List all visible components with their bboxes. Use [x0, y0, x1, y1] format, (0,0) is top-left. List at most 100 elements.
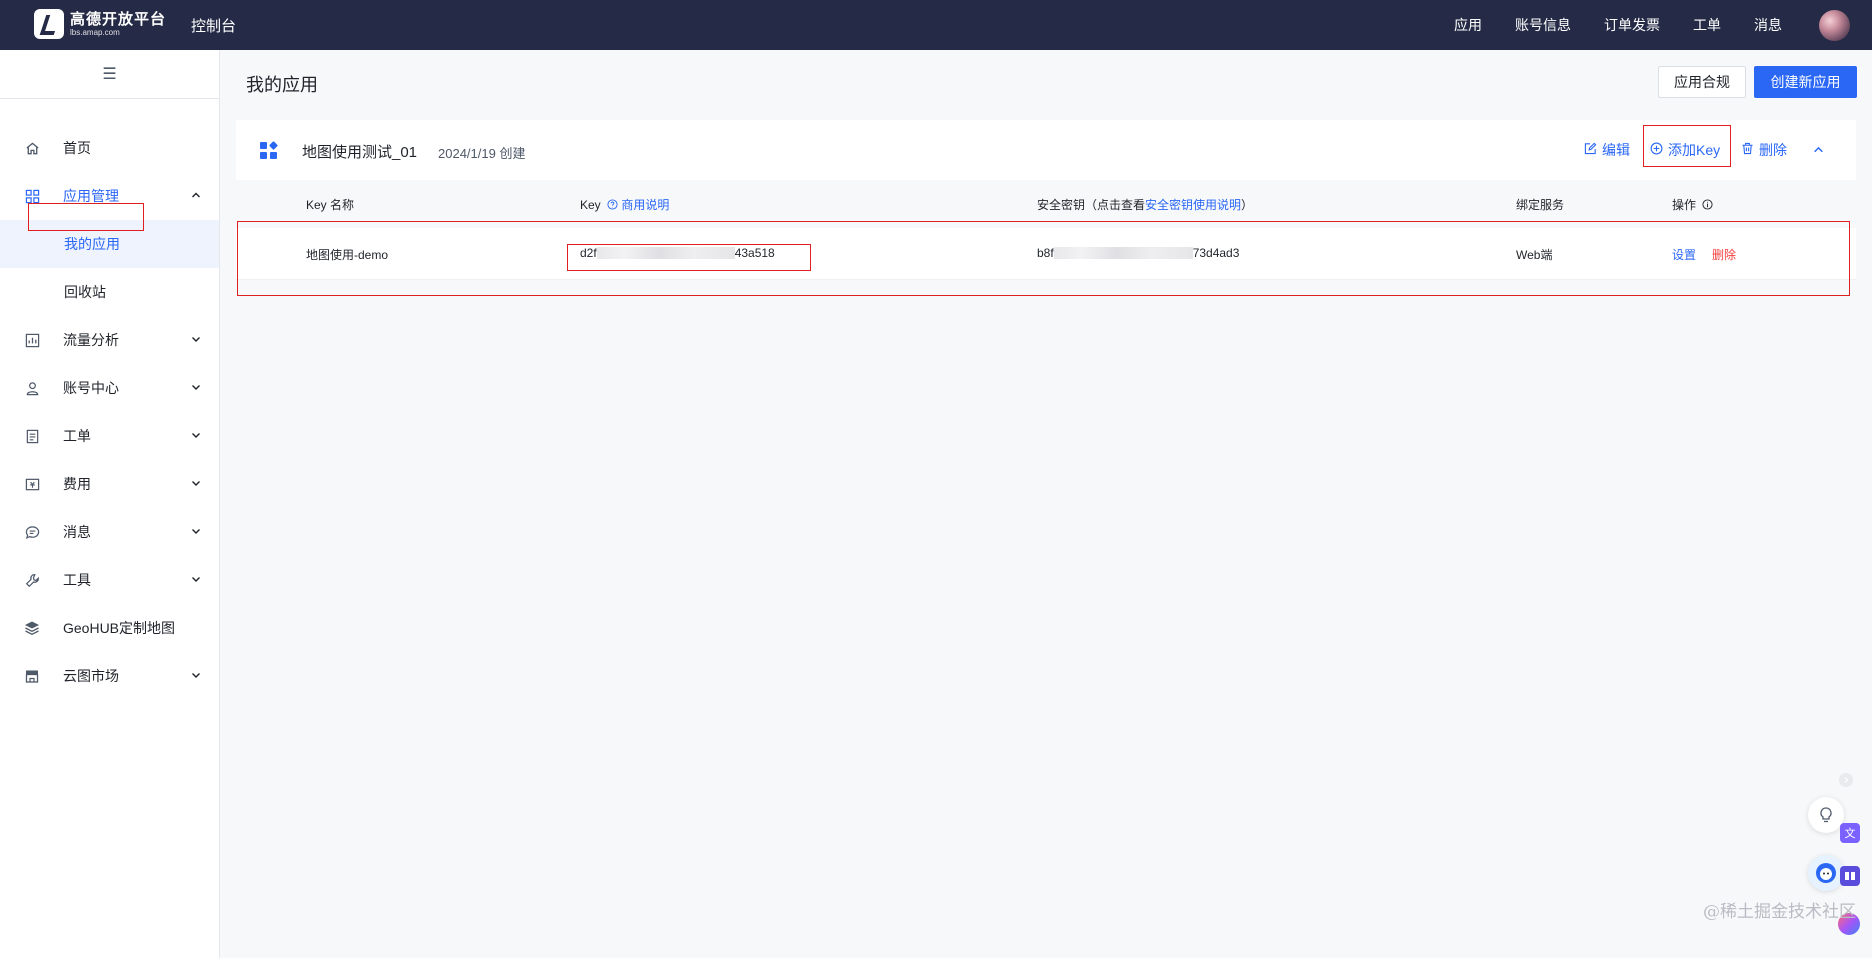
- sidebar-item-label: 应用管理: [63, 188, 119, 204]
- page-title: 我的应用: [246, 75, 318, 95]
- assistant-avatar-icon[interactable]: [1808, 855, 1844, 891]
- sidebar-item-label: 消息: [63, 524, 91, 540]
- key-settings-link[interactable]: 设置: [1672, 246, 1696, 263]
- chevron-down-icon: [191, 334, 201, 347]
- sidebar-item-label: 首页: [63, 140, 91, 156]
- add-key-label: 添加Key: [1668, 142, 1721, 158]
- delete-label: 删除: [1759, 142, 1787, 158]
- sidebar-item-traffic-analysis[interactable]: 流量分析: [0, 316, 219, 364]
- bound-service-cell: Web端: [1516, 248, 1553, 262]
- top-navigation-bar: 高德开放平台 lbs.amap.com 控制台 应用 账号信息 订单发票 工单 …: [0, 0, 1872, 50]
- chevron-down-icon: [191, 382, 201, 395]
- app-compliance-button[interactable]: 应用合规: [1658, 66, 1746, 98]
- user-avatar[interactable]: [1819, 10, 1850, 41]
- ticket-icon: [24, 428, 40, 444]
- sidebar-item-messages[interactable]: 消息: [0, 508, 219, 556]
- sidebar-item-geohub[interactable]: GeoHUB定制地图: [0, 604, 219, 652]
- topnav-tickets[interactable]: 工单: [1693, 15, 1721, 35]
- help-circle-icon: [607, 198, 621, 212]
- app-created-date: 2024/1/19 创建: [438, 146, 526, 161]
- sidebar-item-home[interactable]: 首页: [0, 124, 219, 172]
- topnav-messages[interactable]: 消息: [1754, 15, 1782, 35]
- sidebar-item-tickets[interactable]: 工单: [0, 412, 219, 460]
- chevron-down-icon: [191, 574, 201, 587]
- top-nav-links: 应用 账号信息 订单发票 工单 消息: [1421, 0, 1782, 50]
- chevron-down-icon: [191, 670, 201, 683]
- sidebar-item-fees[interactable]: 费用: [0, 460, 219, 508]
- col-secret-suffix: ）: [1241, 198, 1254, 212]
- secret-usage-link[interactable]: 安全密钥使用说明: [1145, 198, 1241, 212]
- close-tools-icon[interactable]: [1839, 773, 1853, 787]
- watermark: @稀土掘金技术社区: [1703, 902, 1856, 922]
- message-icon: [24, 524, 40, 540]
- key-name-cell: 地图使用-demo: [306, 248, 389, 262]
- key-delete-link[interactable]: 删除: [1712, 246, 1736, 263]
- commercial-usage-link[interactable]: 商用说明: [621, 198, 669, 212]
- col-key-label: Key: [580, 198, 601, 212]
- layers-icon: [24, 620, 40, 636]
- user-icon: [24, 380, 40, 396]
- sidebar: ☰ 首页 应用管理 我的应用 回收站 流量分析 账号中心 工单 费用 消息 工具…: [0, 50, 220, 958]
- col-secret: 安全密钥（点击查看安全密钥使用说明）: [1037, 196, 1253, 213]
- col-operations-label: 操作: [1672, 198, 1697, 212]
- topnav-account-info[interactable]: 账号信息: [1515, 15, 1571, 35]
- book-icon[interactable]: [1840, 866, 1860, 886]
- collapse-card-toggle[interactable]: [1813, 139, 1824, 161]
- table-row: 地图使用-demo d2f 43a518 b8f 73d4ad3 Web端 设置 删…: [236, 228, 1856, 280]
- sidebar-item-my-apps[interactable]: 我的应用: [0, 220, 219, 268]
- col-key-name: Key 名称: [306, 198, 355, 212]
- edit-app-button[interactable]: 编辑: [1584, 139, 1630, 161]
- sidebar-item-label: 云图市场: [63, 668, 119, 684]
- chevron-up-icon: [1813, 142, 1824, 158]
- create-new-app-button[interactable]: 创建新应用: [1754, 66, 1857, 98]
- chart-icon: [24, 332, 40, 348]
- topnav-apps[interactable]: 应用: [1454, 15, 1482, 35]
- sidebar-item-label: 回收站: [64, 284, 106, 300]
- console-title[interactable]: 控制台: [191, 15, 236, 36]
- lightbulb-icon[interactable]: [1808, 797, 1844, 833]
- add-key-button[interactable]: 添加Key: [1650, 139, 1720, 161]
- sidebar-item-label: 工单: [63, 428, 91, 444]
- app-name: 地图使用测试_01: [302, 144, 418, 161]
- key-table-header: Key 名称 Key 商用说明 安全密钥（点击查看安全密钥使用说明） 绑定服务 …: [236, 180, 1856, 228]
- logo-title: 高德开放平台: [70, 11, 167, 28]
- masked-secret: [1053, 247, 1193, 259]
- secret-value-cell[interactable]: b8f 73d4ad3: [1037, 246, 1239, 260]
- app-grid-icon: [260, 141, 278, 159]
- sidebar-item-account-center[interactable]: 账号中心: [0, 364, 219, 412]
- chevron-down-icon: [191, 478, 201, 491]
- secret-value-start: b8f: [1037, 246, 1054, 260]
- wrench-icon: [24, 572, 40, 588]
- sidebar-item-label: 我的应用: [64, 236, 120, 252]
- topnav-orders-invoices[interactable]: 订单发票: [1604, 15, 1660, 35]
- sidebar-item-label: 费用: [63, 476, 91, 492]
- chevron-down-icon: [191, 430, 201, 443]
- col-secret-label: 安全密钥（点击查看: [1037, 198, 1146, 212]
- sidebar-item-cloud-map-market[interactable]: 云图市场: [0, 652, 219, 700]
- app-card: 地图使用测试_01 2024/1/19 创建 编辑 添加Key 删除 Key 名…: [236, 120, 1856, 280]
- chevron-up-icon: [191, 190, 201, 203]
- delete-app-button[interactable]: 删除: [1741, 139, 1787, 161]
- trash-icon: [1741, 142, 1754, 158]
- edit-icon: [1584, 142, 1597, 158]
- sidebar-item-tools[interactable]: 工具: [0, 556, 219, 604]
- col-operations: 操作: [1672, 196, 1713, 213]
- plus-circle-icon: [1650, 142, 1663, 158]
- sidebar-item-label: 流量分析: [63, 332, 119, 348]
- sidebar-item-recycle-bin[interactable]: 回收站: [0, 268, 219, 316]
- sidebar-item-app-management[interactable]: 应用管理: [0, 172, 219, 220]
- sidebar-item-label: 工具: [63, 572, 91, 588]
- edit-label: 编辑: [1602, 142, 1630, 158]
- translate-icon[interactable]: 文: [1840, 823, 1860, 843]
- masked-key: [596, 247, 735, 259]
- sidebar-item-label: 账号中心: [63, 380, 119, 396]
- key-value-cell[interactable]: d2f 43a518: [580, 246, 775, 260]
- menu-collapse-icon[interactable]: ☰: [0, 50, 219, 99]
- col-bound-service: 绑定服务: [1516, 198, 1565, 212]
- fee-icon: [24, 476, 40, 492]
- key-value-start: d2f: [580, 246, 597, 260]
- logo-subtitle: lbs.amap.com: [70, 28, 120, 37]
- amap-logo[interactable]: 高德开放平台 lbs.amap.com: [34, 9, 166, 39]
- info-icon: [1702, 198, 1713, 212]
- home-icon: [24, 140, 40, 156]
